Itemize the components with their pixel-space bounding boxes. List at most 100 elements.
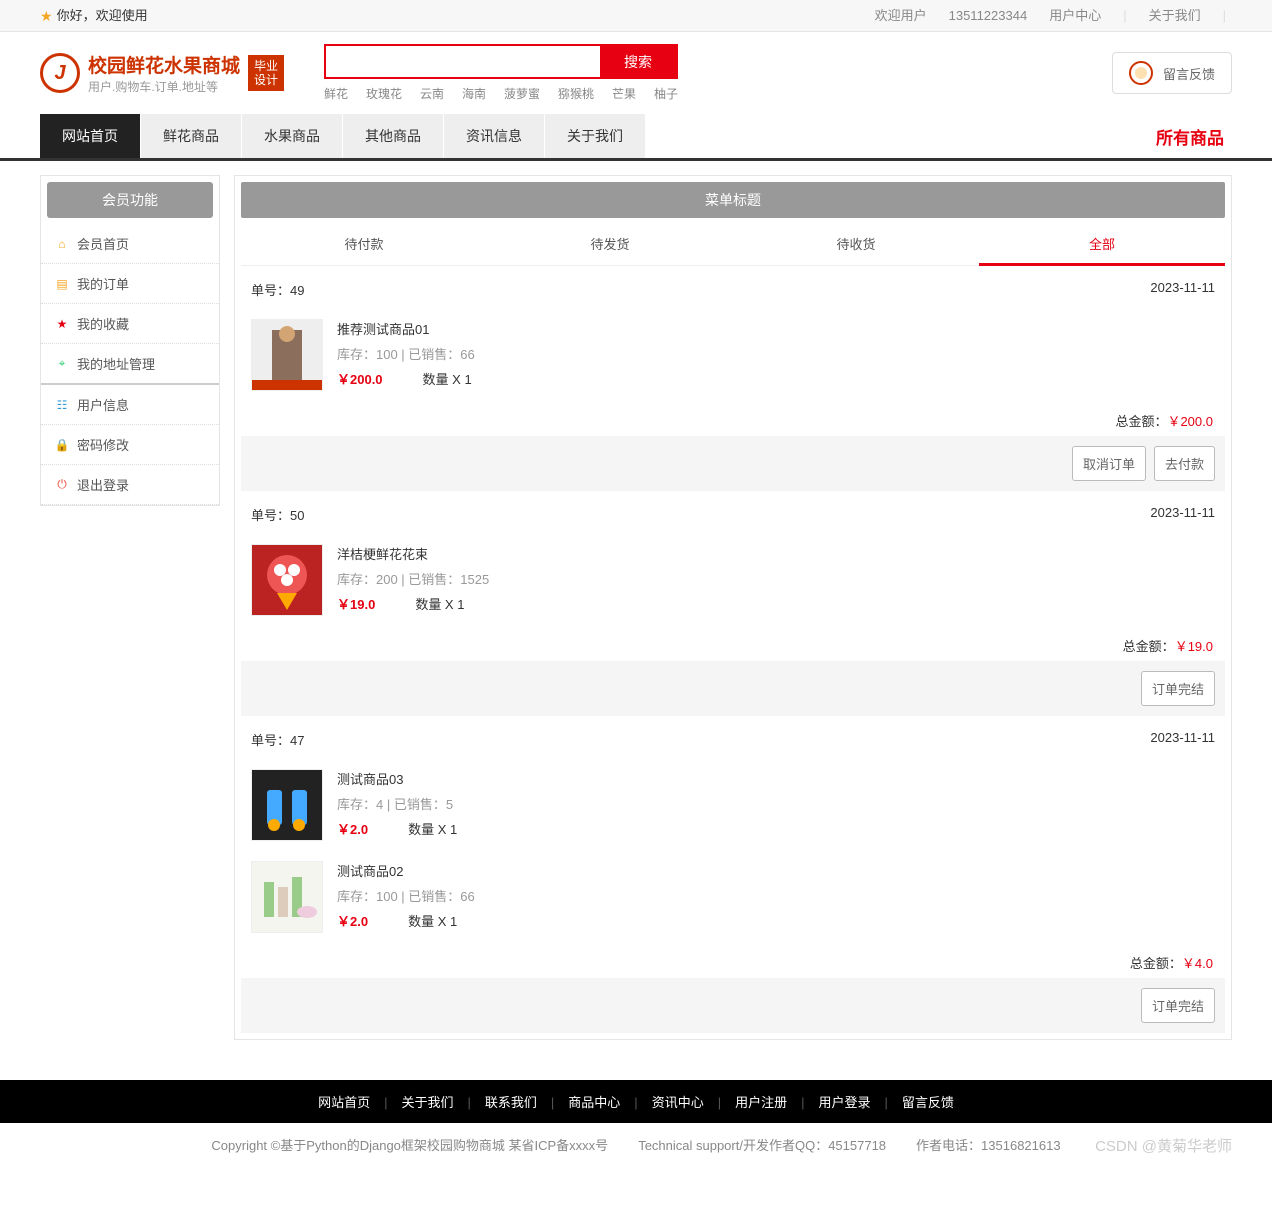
footer-link[interactable]: 用户登录 (805, 1095, 885, 1110)
logo-text: 校园鲜花水果商城 用户.购物车.订单.地址等 (88, 51, 240, 95)
product-stock: 库存：200 | 已销售：1525 (337, 569, 1215, 588)
sidebar-item-user[interactable]: ☷ 用户信息 (41, 385, 219, 425)
order-total: 总金额：￥19.0 (241, 630, 1225, 661)
hot-word[interactable]: 玫瑰花 (366, 85, 402, 102)
star-icon: ★ (55, 317, 69, 331)
footer-link[interactable]: 资讯中心 (638, 1095, 718, 1110)
nav-items: 网站首页鲜花商品水果商品其他商品资讯信息关于我们 (40, 114, 646, 158)
nav-item[interactable]: 其他商品 (343, 114, 443, 158)
footer-tech: Technical support/开发作者QQ：45157718 (638, 1135, 886, 1154)
sidebar-item-label: 退出登录 (77, 475, 129, 494)
order-date: 2023-11-11 (1150, 505, 1215, 524)
sidebar-item-power[interactable]: ⏻退出登录 (41, 465, 219, 505)
search-button[interactable]: 搜索 (600, 46, 676, 77)
footer-link[interactable]: 留言反馈 (888, 1095, 968, 1110)
order-actions: 订单完结 (241, 978, 1225, 1033)
tab[interactable]: 待付款 (241, 224, 487, 266)
nav-item[interactable]: 网站首页 (40, 114, 140, 158)
footer-link[interactable]: 关于我们 (387, 1095, 467, 1110)
greeting-text: 你好，欢迎使用 (57, 0, 148, 32)
product-info: 测试商品02库存：100 | 已销售：66￥2.0数量 X 1 (337, 861, 1215, 933)
sidebar-item-label: 用户信息 (77, 395, 129, 414)
sidebar-item-home[interactable]: ⌂会员首页 (41, 224, 219, 264)
order-action-button[interactable]: 订单完结 (1141, 988, 1215, 1023)
divider: | (1217, 0, 1232, 32)
sidebar-item-label: 我的地址管理 (77, 354, 155, 373)
product-name[interactable]: 测试商品02 (337, 861, 1215, 880)
hot-words: 鲜花 玫瑰花 云南 海南 菠萝蜜 猕猴桃 芒果 柚子 (324, 85, 678, 102)
search-input[interactable] (326, 46, 600, 77)
nav-all-products[interactable]: 所有商品 (1156, 124, 1232, 149)
product-info: 洋桔梗鲜花花束库存：200 | 已销售：1525￥19.0数量 X 1 (337, 544, 1215, 616)
sidebar-item-label: 我的收藏 (77, 314, 129, 333)
product-name[interactable]: 洋桔梗鲜花花束 (337, 544, 1215, 563)
nav-item[interactable]: 资讯信息 (444, 114, 544, 158)
sidebar-item-label: 密码修改 (77, 435, 129, 454)
hot-word[interactable]: 芒果 (612, 85, 636, 102)
pin-icon: ⌖ (55, 357, 69, 371)
product-image[interactable] (251, 769, 323, 841)
order-action-button[interactable]: 去付款 (1154, 446, 1215, 481)
order-header: 单号：472023-11-11 (241, 716, 1225, 763)
header: J 校园鲜花水果商城 用户.购物车.订单.地址等 毕业 设计 搜索 鲜花 玫瑰花 云… (0, 32, 1272, 114)
home-icon: ⌂ (55, 237, 69, 251)
feedback-button[interactable]: 留言反馈 (1112, 52, 1232, 94)
watermark: CSDN @黄菊华老师 (1095, 1135, 1232, 1156)
nav-item[interactable]: 鲜花商品 (141, 114, 241, 158)
total-amount: ￥19.0 (1175, 639, 1213, 654)
tabs: 待付款待发货待收货全部 (241, 224, 1225, 266)
order-no: 单号：49 (251, 280, 304, 299)
main: 菜单标题 待付款待发货待收货全部 单号：492023-11-11推荐测试商品01… (234, 175, 1232, 1040)
hot-word[interactable]: 菠萝蜜 (504, 85, 540, 102)
footer-link[interactable]: 网站首页 (304, 1095, 384, 1110)
hot-word[interactable]: 鲜花 (324, 85, 348, 102)
product-image[interactable] (251, 861, 323, 933)
product-stock: 库存：100 | 已销售：66 (337, 344, 1215, 363)
sidebar-title: 会员功能 (47, 182, 213, 218)
tab[interactable]: 待收货 (733, 224, 979, 266)
product-name[interactable]: 测试商品03 (337, 769, 1215, 788)
hot-word[interactable]: 海南 (462, 85, 486, 102)
product-price: ￥200.0 (337, 369, 383, 388)
hot-word[interactable]: 云南 (420, 85, 444, 102)
order-item: 测试商品03 库存：4 | 已销售：5 ￥2.0数量 X 1 (241, 763, 1225, 855)
welcome-user-label: 欢迎用户 (869, 0, 933, 32)
lock-icon: 🔒 (55, 438, 69, 452)
headset-icon (1129, 61, 1153, 85)
sidebar-item-pin[interactable]: ⌖ 我的地址管理 (41, 344, 219, 385)
footer-link[interactable]: 商品中心 (554, 1095, 634, 1110)
footer-link[interactable]: 联系我们 (471, 1095, 551, 1110)
footer-link[interactable]: 用户注册 (721, 1095, 801, 1110)
nav-item[interactable]: 关于我们 (545, 114, 645, 158)
container: 会员功能 ⌂会员首页▤我的订单 ★ 我的收藏 ⌖ 我的地址管理 ☷ 用户信息 🔒 密码修改 ⏻退出… (0, 161, 1272, 1060)
nav-item[interactable]: 水果商品 (242, 114, 342, 158)
user-icon: ☷ (55, 398, 69, 412)
price-row: ￥2.0数量 X 1 (337, 911, 1215, 930)
logo-block[interactable]: J 校园鲜花水果商城 用户.购物车.订单.地址等 毕业 设计 (40, 51, 284, 95)
feedback-label: 留言反馈 (1163, 64, 1215, 83)
hot-word[interactable]: 柚子 (654, 85, 678, 102)
price-row: ￥2.0数量 X 1 (337, 819, 1215, 838)
product-image[interactable] (251, 544, 323, 616)
product-stock: 库存：4 | 已销售：5 (337, 794, 1215, 813)
sidebar-item-lock[interactable]: 🔒 密码修改 (41, 425, 219, 465)
about-link[interactable]: 关于我们 (1143, 0, 1207, 32)
footer-copyright: Copyright ©基于Python的Django框架校园购物商城 某省ICP… (211, 1135, 608, 1154)
price-row: ￥200.0数量 X 1 (337, 369, 1215, 388)
search-box: 搜索 (324, 44, 678, 79)
order-item: 洋桔梗鲜花花束库存：200 | 已销售：1525￥19.0数量 X 1 (241, 538, 1225, 630)
sidebar-item-order[interactable]: ▤我的订单 (41, 264, 219, 304)
divider: | (1117, 0, 1132, 32)
order-header: 单号：502023-11-11 (241, 491, 1225, 538)
nav: 网站首页鲜花商品水果商品其他商品资讯信息关于我们 所有商品 (0, 114, 1272, 161)
user-center-link[interactable]: 用户中心 (1043, 0, 1107, 32)
order-action-button[interactable]: 订单完结 (1141, 671, 1215, 706)
tab[interactable]: 待发货 (487, 224, 733, 266)
tab[interactable]: 全部 (979, 224, 1225, 266)
hot-word[interactable]: 猕猴桃 (558, 85, 594, 102)
order-action-button[interactable]: 取消订单 (1072, 446, 1146, 481)
product-image[interactable] (251, 319, 323, 391)
footer-nav: 网站首页|关于我们|联系我们|商品中心|资讯中心|用户注册|用户登录|留言反馈 (0, 1080, 1272, 1123)
product-name[interactable]: 推荐测试商品01 (337, 319, 1215, 338)
sidebar-item-star[interactable]: ★ 我的收藏 (41, 304, 219, 344)
